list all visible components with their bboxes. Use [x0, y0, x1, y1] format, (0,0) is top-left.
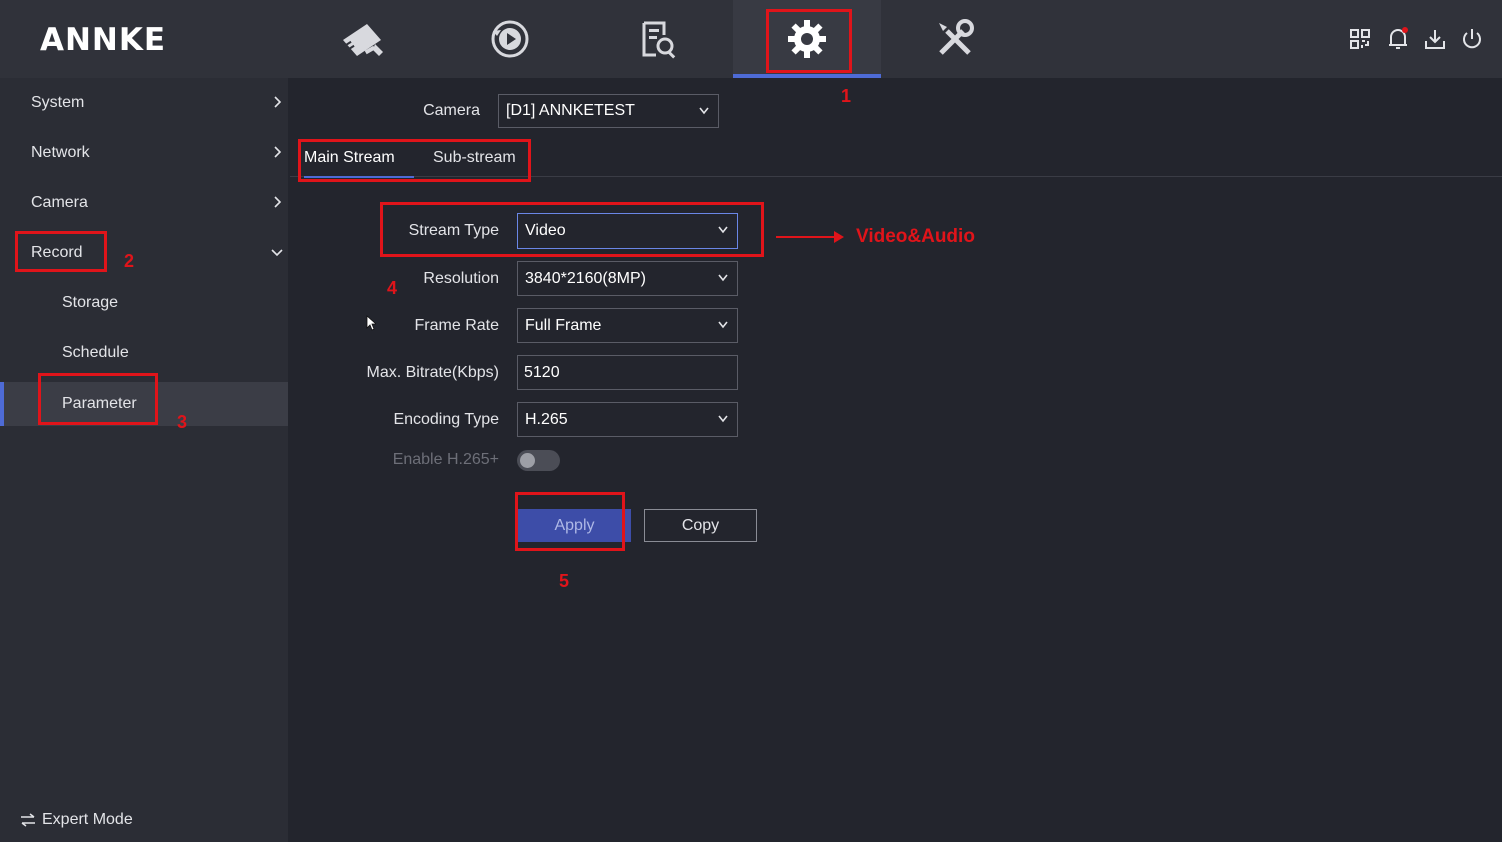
annotation-number: 2 — [124, 251, 135, 271]
frame-rate-label: Frame Rate — [414, 317, 499, 334]
sidebar-item-label: Camera — [31, 194, 88, 211]
resolution-label: Resolution — [423, 270, 499, 287]
sidebar-item-label: Storage — [62, 294, 119, 311]
qr-code-icon[interactable] — [1348, 26, 1372, 52]
toggle-knob — [520, 453, 535, 468]
encoding-type-label: Encoding Type — [393, 411, 499, 428]
chevron-right-icon — [274, 196, 282, 208]
top-bar: ANNKE — [0, 0, 1502, 78]
resolution-value: 3840*2160(8MP) — [525, 269, 646, 287]
sidebar: System Network Camera Record Storage Sch… — [0, 78, 288, 842]
annotation-note: Video&Audio — [856, 226, 975, 247]
annotation-arrow-icon — [776, 231, 844, 243]
frame-rate-value: Full Frame — [525, 316, 602, 334]
annotation-number: 3 — [177, 412, 188, 432]
annotation-box-settings — [766, 9, 852, 73]
max-bitrate-label: Max. Bitrate(Kbps) — [366, 364, 499, 381]
chevron-right-icon — [274, 146, 282, 158]
expert-mode-label: Expert Mode — [42, 811, 133, 828]
expert-mode-toggle[interactable]: Expert Mode — [20, 811, 133, 829]
frame-rate-select[interactable]: Full Frame — [517, 308, 738, 343]
camera-select-value: [D1] ANNKETEST — [506, 102, 635, 119]
switch-arrows-icon — [21, 813, 35, 827]
playback-icon[interactable] — [436, 0, 584, 78]
chevron-right-icon — [274, 96, 282, 108]
tools-icon[interactable] — [881, 0, 1029, 78]
annotation-box-stream-type — [380, 202, 764, 257]
chevron-down-icon — [718, 274, 728, 282]
annotation-box-apply — [515, 492, 625, 551]
camera-icon[interactable] — [288, 0, 436, 78]
camera-select[interactable]: [D1] ANNKETEST — [498, 94, 719, 128]
notification-bell-icon[interactable] — [1386, 26, 1410, 52]
sidebar-item-schedule[interactable]: Schedule — [0, 328, 288, 378]
annotation-number: 1 — [841, 86, 852, 106]
sidebar-item-storage[interactable]: Storage — [0, 278, 288, 328]
sidebar-item-network[interactable]: Network — [0, 128, 288, 178]
max-bitrate-value: 5120 — [524, 363, 560, 381]
copy-button[interactable]: Copy — [644, 509, 757, 542]
sidebar-item-system[interactable]: System — [0, 78, 288, 128]
logo: ANNKE — [40, 22, 167, 58]
sidebar-item-label: Schedule — [62, 344, 129, 361]
chevron-down-icon — [699, 107, 709, 115]
annotation-box-parameter — [38, 373, 158, 425]
annotation-box-tabs — [298, 139, 531, 182]
chevron-down-icon — [718, 321, 728, 329]
sidebar-item-label: System — [31, 94, 85, 111]
copy-label: Copy — [681, 516, 720, 534]
annotation-box-record — [15, 231, 107, 272]
sidebar-item-label: Network — [31, 144, 90, 161]
enable-h265plus-label: Enable H.265+ — [392, 451, 499, 468]
resolution-select[interactable]: 3840*2160(8MP) — [517, 261, 738, 296]
encoding-type-select[interactable]: H.265 — [517, 402, 738, 437]
annotation-number: 4 — [387, 278, 398, 298]
chevron-down-icon — [718, 415, 728, 423]
enable-h265plus-toggle[interactable] — [517, 450, 560, 471]
sidebar-item-camera[interactable]: Camera — [0, 178, 288, 228]
chevron-down-icon — [271, 249, 283, 257]
annotation-number: 5 — [559, 571, 570, 591]
mouse-cursor-icon — [366, 315, 376, 331]
power-icon[interactable] — [1460, 26, 1484, 52]
max-bitrate-input[interactable]: 5120 — [517, 355, 738, 390]
download-icon[interactable] — [1423, 26, 1447, 52]
search-file-icon[interactable] — [584, 0, 732, 78]
encoding-type-value: H.265 — [525, 410, 568, 428]
camera-label: Camera — [423, 102, 480, 119]
